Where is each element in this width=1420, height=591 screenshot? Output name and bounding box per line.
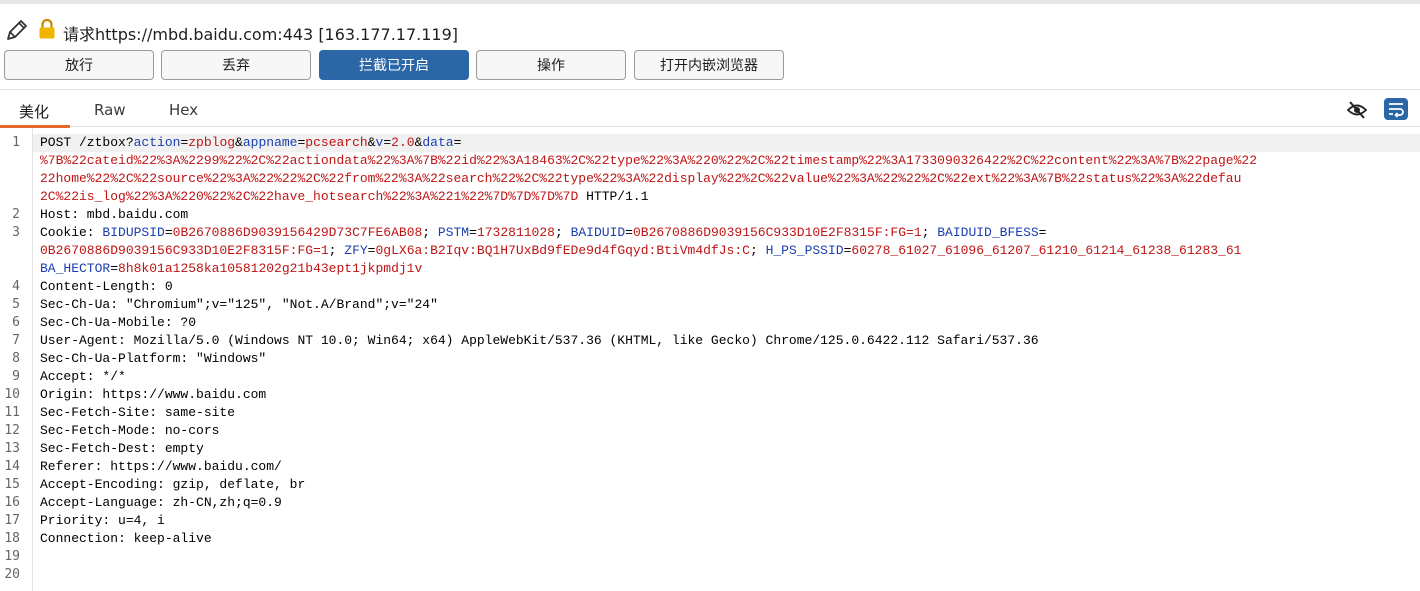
gutter-divider <box>32 128 33 591</box>
ampersand: & <box>235 135 243 150</box>
tab-raw[interactable]: Raw <box>94 101 126 119</box>
pencil-icon <box>7 20 27 40</box>
equals: = <box>1038 225 1047 240</box>
equals: = <box>453 135 462 150</box>
request-title: 请求https://mbd.baidu.com:443 [163.177.17.… <box>63 25 459 44</box>
action-button[interactable]: 操作 <box>476 50 626 80</box>
param-value: 2.0 <box>391 135 415 150</box>
forward-button[interactable]: 放行 <box>4 50 154 80</box>
cookie-name: BAIDUID_BFESS <box>937 225 1039 240</box>
line-number: 10 <box>4 387 20 402</box>
separator: ; <box>422 225 438 240</box>
data-param-value: 22home%22%2C%22source%22%3A%22%22%2C%22f… <box>40 171 1242 186</box>
equals: = <box>164 225 173 240</box>
header-line: Origin: https://www.baidu.com <box>40 387 267 402</box>
header-line: Sec-Fetch-Site: same-site <box>40 405 236 420</box>
cookie-label: Cookie: <box>40 225 103 240</box>
param-name: data <box>422 135 454 150</box>
cookie-name: ZFY <box>344 243 368 258</box>
line-number: 20 <box>4 567 20 582</box>
line-number: 4 <box>12 279 20 294</box>
cookie-name: PSTM <box>437 225 470 240</box>
header-line: User-Agent: Mozilla/5.0 (Windows NT 10.0… <box>40 333 1039 348</box>
header-cookie: Cookie: BIDUPSID=0B2670886D9039156429D73… <box>40 224 1046 242</box>
cookie-value: 0gLX6a:B2Iqv:BQ1H7UxBd9fEDe9d4fGqyd:BtiV… <box>375 243 750 258</box>
line-number: 5 <box>12 297 20 312</box>
header-line: Sec-Ch-Ua-Platform: "Windows" <box>40 351 267 366</box>
eye-off-icon[interactable] <box>1346 100 1368 120</box>
line-number: 6 <box>12 315 20 330</box>
open-browser-button[interactable]: 打开内嵌浏览器 <box>634 50 784 80</box>
header-line: Sec-Fetch-Mode: no-cors <box>40 423 220 438</box>
header-line: Content-Length: 0 <box>40 279 173 294</box>
cookie-name: BIDUPSID <box>102 225 165 240</box>
line-number: 2 <box>12 207 20 222</box>
header-line: Connection: keep-alive <box>40 531 212 546</box>
line-number: 19 <box>4 549 20 564</box>
param-name: appname <box>242 135 298 150</box>
header-cookie-cont: BA_HECTOR=8h8k01a1258ka10581202g21b43ept… <box>40 260 422 278</box>
param-value: pcsearch <box>305 135 368 150</box>
header-line: Sec-Fetch-Dest: empty <box>40 441 204 456</box>
cookie-value: 60278_61027_61096_61207_61210_61214_6123… <box>851 243 1242 258</box>
equals: = <box>625 225 633 240</box>
cookie-name: BAIDUID <box>570 225 626 240</box>
lock-icon <box>39 18 55 39</box>
toolbar: 放行 丢弃 拦截已开启 操作 打开内嵌浏览器 <box>0 50 1420 82</box>
tab-pretty[interactable]: 美化 <box>19 101 49 122</box>
tab-hex[interactable]: Hex <box>169 101 198 119</box>
header-host: Host: mbd.baidu.com <box>40 207 189 222</box>
line-number: 11 <box>4 405 20 420</box>
method-path: POST /ztbox? <box>40 135 134 150</box>
intercept-toggle-button[interactable]: 拦截已开启 <box>319 50 469 80</box>
header-line: Accept: */* <box>40 369 126 384</box>
line-number: 18 <box>4 531 20 546</box>
separator: ; <box>749 243 766 258</box>
http-version: HTTP/1.1 <box>578 189 649 204</box>
cookie-name: BA_HECTOR <box>40 261 111 276</box>
cookie-value: 1732811028 <box>476 225 555 240</box>
separator: ; <box>328 243 345 258</box>
param-value: zpblog <box>188 135 236 150</box>
line-number: 17 <box>4 513 20 528</box>
equals: = <box>383 135 392 150</box>
header-cookie-cont: 0B2670886D9039156C933D10E2F8315F:FG=1; Z… <box>40 242 1241 260</box>
equals: = <box>469 225 477 240</box>
cookie-value: 0B2670886D9039156C933D10E2F8315F:FG=1 <box>632 225 922 240</box>
data-param-value: 2C%22is_log%22%3A%220%22%2C%22have_hotse… <box>40 189 579 204</box>
equals: = <box>110 261 119 276</box>
data-param-value: %7B%22cateid%22%3A%2299%22%2C%22actionda… <box>40 153 1257 168</box>
request-editor[interactable]: 1 2 3 4 5 6 7 8 9 10 11 12 13 14 15 16 1… <box>0 128 1420 591</box>
header-line: Sec-Ch-Ua: "Chromium";v="125", "Not.A/Br… <box>40 297 438 312</box>
line-number: 12 <box>4 423 20 438</box>
line-number: 1 <box>12 135 20 150</box>
line-number: 14 <box>4 459 20 474</box>
line-number: 16 <box>4 495 20 510</box>
line-number: 13 <box>4 441 20 456</box>
cookie-value: 0B2670886D9039156429D73C7FE6AB08 <box>172 225 423 240</box>
separator: ; <box>554 225 571 240</box>
drop-button[interactable]: 丢弃 <box>161 50 311 80</box>
separator: ; <box>921 225 938 240</box>
line-number: 7 <box>12 333 20 348</box>
request-line-end: 2C%22is_log%22%3A%220%22%2C%22have_hotse… <box>40 188 649 206</box>
cookie-value: 0B2670886D9039156C933D10E2F8315F:FG=1 <box>40 243 329 258</box>
header-line: Referer: https://www.baidu.com/ <box>40 459 282 474</box>
param-name: action <box>133 135 181 150</box>
header-line: Priority: u=4, i <box>40 513 165 528</box>
line-number: 3 <box>12 225 20 240</box>
cookie-value: 8h8k01a1258ka10581202g21b43ept1jkpmdj1v <box>118 261 423 276</box>
view-tabs: 美化 Raw Hex <box>0 89 1420 128</box>
line-number: 15 <box>4 477 20 492</box>
header-line: Accept-Language: zh-CN,zh;q=0.9 <box>40 495 282 510</box>
word-wrap-icon[interactable] <box>1384 98 1408 120</box>
ampersand: & <box>367 135 376 150</box>
line-number: 8 <box>12 351 20 366</box>
header-line: Sec-Ch-Ua-Mobile: ?0 <box>40 315 197 330</box>
cookie-name: H_PS_PSSID <box>765 243 844 258</box>
line-number: 9 <box>12 369 20 384</box>
window-top-border <box>0 0 1420 4</box>
header-line: Accept-Encoding: gzip, deflate, br <box>40 477 306 492</box>
request-line: POST /ztbox?action=zpblog&appname=pcsear… <box>40 134 461 152</box>
